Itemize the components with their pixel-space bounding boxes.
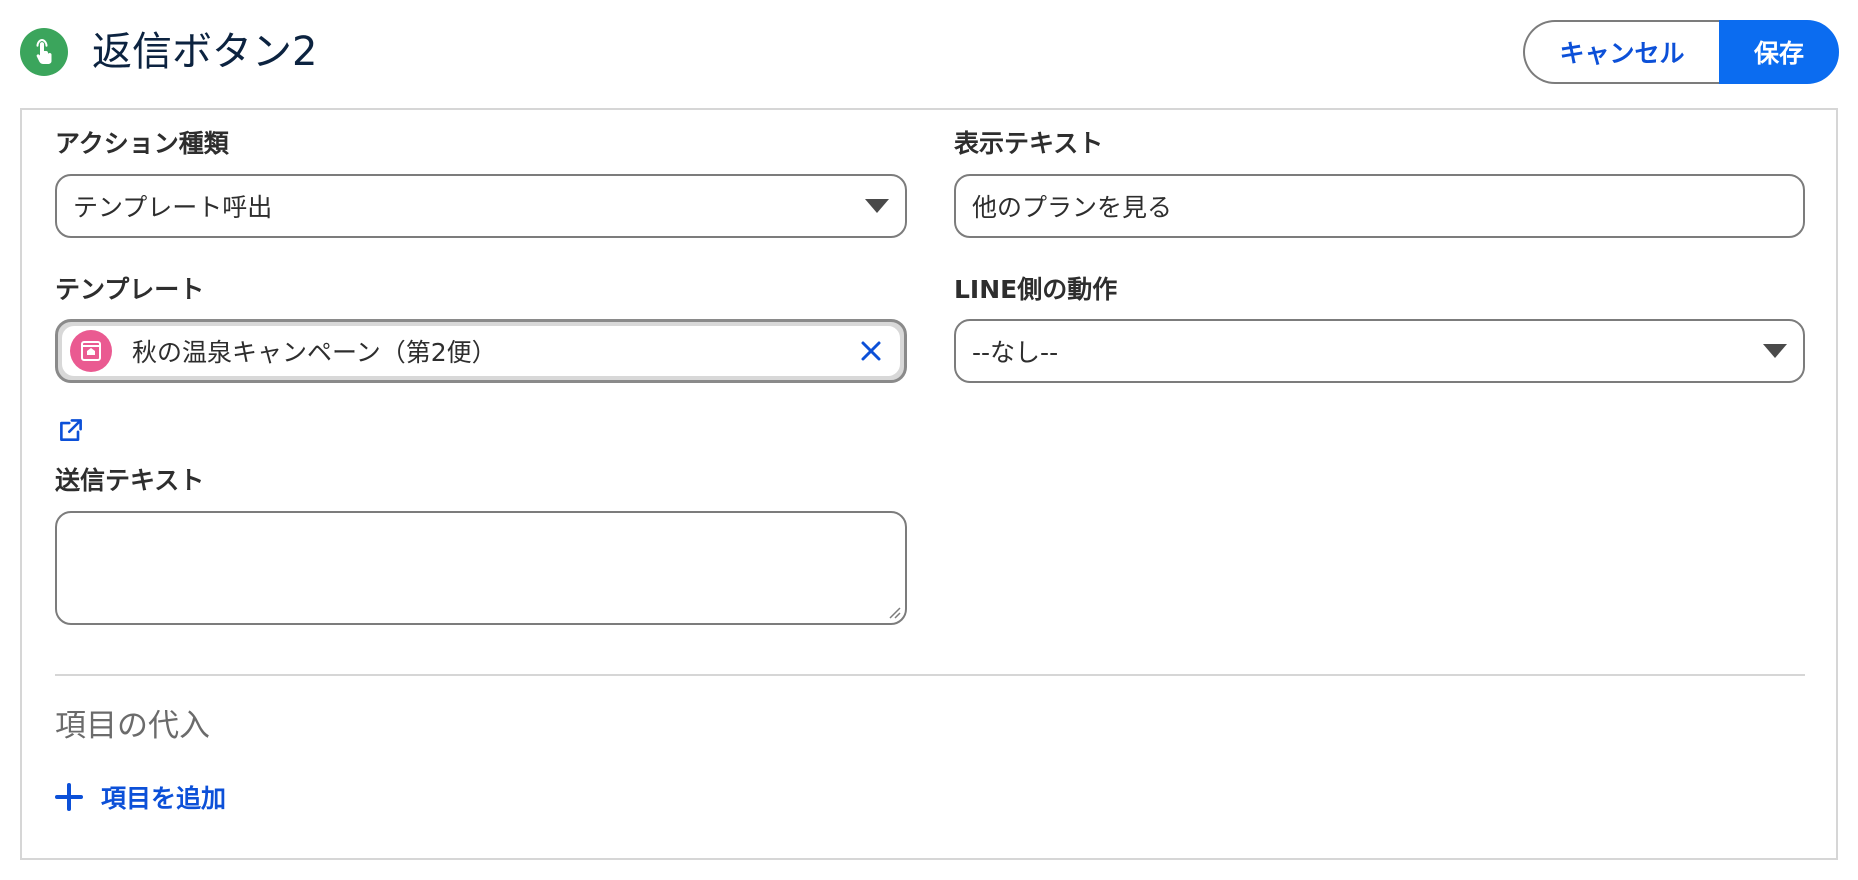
action-type-selected-value: テンプレート呼出: [73, 193, 273, 222]
template-value: 秋の温泉キャンペーン（第2便）: [132, 338, 497, 367]
chevron-down-icon: [865, 199, 889, 213]
add-field-label: 項目を追加: [101, 784, 227, 813]
action-type-select[interactable]: テンプレート呼出: [55, 174, 907, 238]
form-panel: アクション種類 テンプレート呼出 表示テキスト 他のプランを見る テンプレート …: [20, 108, 1838, 860]
save-button[interactable]: 保存: [1719, 20, 1839, 84]
line-behavior-selected-value: --なし--: [972, 338, 1059, 367]
display-text-label: 表示テキスト: [954, 129, 1104, 158]
reply-button-editor: 返信ボタン2 キャンセル 保存 アクション種類 テンプレート呼出 表示テキスト …: [0, 0, 1858, 880]
page-title: 返信ボタン2: [92, 29, 318, 75]
display-text-value: 他のプランを見る: [972, 193, 1173, 222]
send-text-label: 送信テキスト: [55, 466, 205, 495]
template-selected-pill: 秋の温泉キャンペーン（第2便）: [62, 326, 900, 376]
header-actions: キャンセル 保存: [1523, 20, 1839, 84]
line-behavior-select[interactable]: --なし--: [954, 319, 1805, 383]
cancel-button[interactable]: キャンセル: [1523, 20, 1719, 84]
plus-icon: [55, 783, 83, 811]
section-divider: [55, 674, 1805, 676]
template-lookup[interactable]: 秋の温泉キャンペーン（第2便）: [55, 319, 907, 383]
touch-gesture-icon: [20, 28, 68, 76]
external-link-icon: [60, 419, 82, 441]
editor-header: 返信ボタン2 キャンセル 保存: [0, 0, 1858, 105]
chevron-down-icon: [1763, 344, 1787, 358]
line-behavior-label: LINE側の動作: [954, 275, 1118, 304]
resize-handle-icon[interactable]: [887, 605, 901, 619]
clear-template-button[interactable]: [850, 330, 892, 372]
template-label: テンプレート: [55, 275, 205, 304]
close-icon: [861, 341, 881, 361]
send-text-textarea[interactable]: [55, 511, 907, 625]
display-text-input[interactable]: 他のプランを見る: [954, 174, 1805, 238]
action-type-label: アクション種類: [55, 129, 229, 158]
add-field-button[interactable]: 項目を追加: [55, 775, 226, 819]
field-assignment-title: 項目の代入: [55, 708, 210, 744]
template-record-icon: [70, 330, 112, 372]
open-template-link[interactable]: [55, 414, 87, 446]
